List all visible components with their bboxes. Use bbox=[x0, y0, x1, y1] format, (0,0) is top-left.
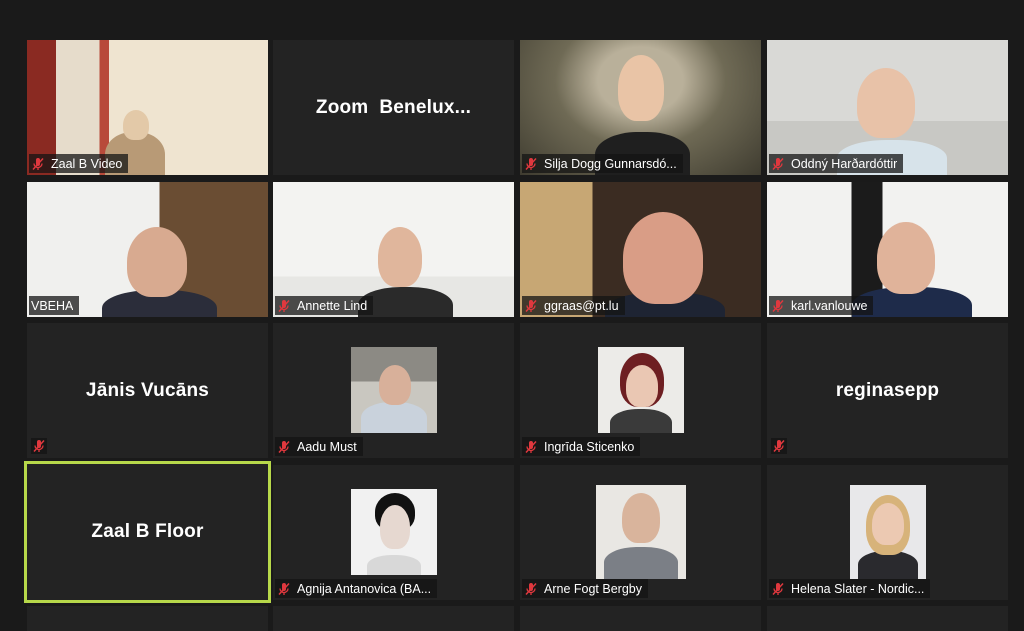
person-head bbox=[123, 110, 149, 140]
participant-label: Silja Dogg Gunnarsdó... bbox=[522, 154, 683, 173]
participant-name: Aadu Must bbox=[297, 439, 357, 454]
participant-label: Agnija Antanovica (BA... bbox=[275, 579, 438, 598]
mic-muted-icon bbox=[525, 582, 537, 595]
participant-tile-partial[interactable] bbox=[520, 606, 761, 631]
mic-muted-icon bbox=[772, 582, 784, 595]
participant-label: VBEHA bbox=[29, 296, 80, 315]
participant-tile-janis-vucans[interactable]: Jānis Vucāns bbox=[27, 323, 268, 458]
participant-name: karl.vanlouwe bbox=[791, 298, 868, 313]
participant-label: Annette Lind bbox=[275, 296, 374, 315]
participant-tile-ggraas[interactable]: ggraas@pt.lu bbox=[520, 182, 761, 317]
mic-muted-icon bbox=[278, 440, 290, 453]
participant-label: ggraas@pt.lu bbox=[522, 296, 625, 315]
participant-tile-zoom-benelux[interactable]: Zoom Benelux... bbox=[273, 40, 514, 175]
mic-muted-icon bbox=[278, 299, 290, 312]
participant-tile-agnija-antanovica[interactable]: Agnija Antanovica (BA... bbox=[273, 465, 514, 600]
participant-name: reginasepp bbox=[835, 379, 940, 401]
person-head bbox=[877, 222, 935, 294]
person-head bbox=[623, 212, 703, 304]
participant-tile-partial[interactable] bbox=[767, 606, 1008, 631]
participant-name: Zaal B Video bbox=[51, 156, 123, 171]
participant-name: Zoom Benelux... bbox=[315, 96, 472, 118]
mic-muted-icon bbox=[525, 299, 537, 312]
participant-tile-vbeha[interactable]: VBEHA bbox=[27, 182, 268, 317]
participant-tile-aadu-must[interactable]: Aadu Must bbox=[273, 323, 514, 458]
participant-label: Oddný Harðardóttir bbox=[769, 154, 904, 173]
mic-muted-icon bbox=[525, 440, 537, 453]
profile-photo bbox=[850, 485, 926, 579]
participant-label: Ingrīda Sticenko bbox=[522, 437, 641, 456]
participant-label: Aadu Must bbox=[275, 437, 363, 456]
person-head bbox=[378, 227, 422, 287]
participant-tile-partial[interactable] bbox=[273, 606, 514, 631]
participant-tile-reginasepp[interactable]: reginasepp bbox=[767, 323, 1008, 458]
participant-name: ggraas@pt.lu bbox=[544, 298, 619, 313]
mic-muted-icon bbox=[33, 439, 45, 453]
mic-muted-icon bbox=[525, 157, 537, 170]
participant-name: Zaal B Floor bbox=[91, 521, 204, 542]
participant-label: Helena Slater - Nordic... bbox=[769, 579, 931, 598]
participant-name: Arne Fogt Bergby bbox=[544, 581, 642, 596]
mic-muted-icon bbox=[772, 299, 784, 312]
participant-tile-partial[interactable] bbox=[27, 606, 268, 631]
participant-name: Agnija Antanovica (BA... bbox=[297, 581, 432, 596]
participant-tile-zaal-b-floor[interactable]: Zaal B Floor bbox=[24, 461, 271, 603]
profile-photo bbox=[596, 485, 686, 579]
participant-tile-zaal-b-video[interactable]: Zaal B Video bbox=[27, 40, 268, 175]
participant-tile-helena-slater[interactable]: Helena Slater - Nordic... bbox=[767, 465, 1008, 600]
mic-muted-badge bbox=[31, 438, 47, 454]
participant-name: Silja Dogg Gunnarsdó... bbox=[544, 156, 677, 171]
person-head bbox=[127, 227, 187, 297]
participant-tile-annette-lind[interactable]: Annette Lind bbox=[273, 182, 514, 317]
participant-name: Oddný Harðardóttir bbox=[791, 156, 898, 171]
person-head bbox=[618, 55, 664, 121]
participant-tile-ingrida-sticenko[interactable]: Ingrīda Sticenko bbox=[520, 323, 761, 458]
mic-muted-icon bbox=[32, 157, 44, 170]
participant-label: karl.vanlouwe bbox=[769, 296, 874, 315]
participant-name: VBEHA bbox=[31, 298, 74, 313]
profile-photo bbox=[598, 347, 684, 433]
participant-tile-karl-vanlouwe[interactable]: karl.vanlouwe bbox=[767, 182, 1008, 317]
participant-label: Arne Fogt Bergby bbox=[522, 579, 648, 598]
mic-muted-badge bbox=[771, 438, 787, 454]
participant-name: Annette Lind bbox=[297, 298, 368, 313]
profile-photo bbox=[351, 347, 437, 433]
participant-tile-arne-fogt-bergby[interactable]: Arne Fogt Bergby bbox=[520, 465, 761, 600]
participant-name: Helena Slater - Nordic... bbox=[791, 581, 925, 596]
participant-tile-oddny[interactable]: Oddný Harðardóttir bbox=[767, 40, 1008, 175]
profile-photo bbox=[351, 489, 437, 575]
mic-muted-icon bbox=[278, 582, 290, 595]
participant-tile-silja-dogg[interactable]: Silja Dogg Gunnarsdó... bbox=[520, 40, 761, 175]
mic-muted-icon bbox=[773, 439, 785, 453]
mic-muted-icon bbox=[772, 157, 784, 170]
participant-name: Jānis Vucāns bbox=[85, 379, 210, 401]
participant-name: Ingrīda Sticenko bbox=[544, 439, 635, 454]
gallery-grid: Zaal B Video Zoom Benelux... Silja Dogg … bbox=[0, 0, 1024, 631]
participant-label: Zaal B Video bbox=[29, 154, 129, 173]
person-head bbox=[857, 68, 915, 138]
